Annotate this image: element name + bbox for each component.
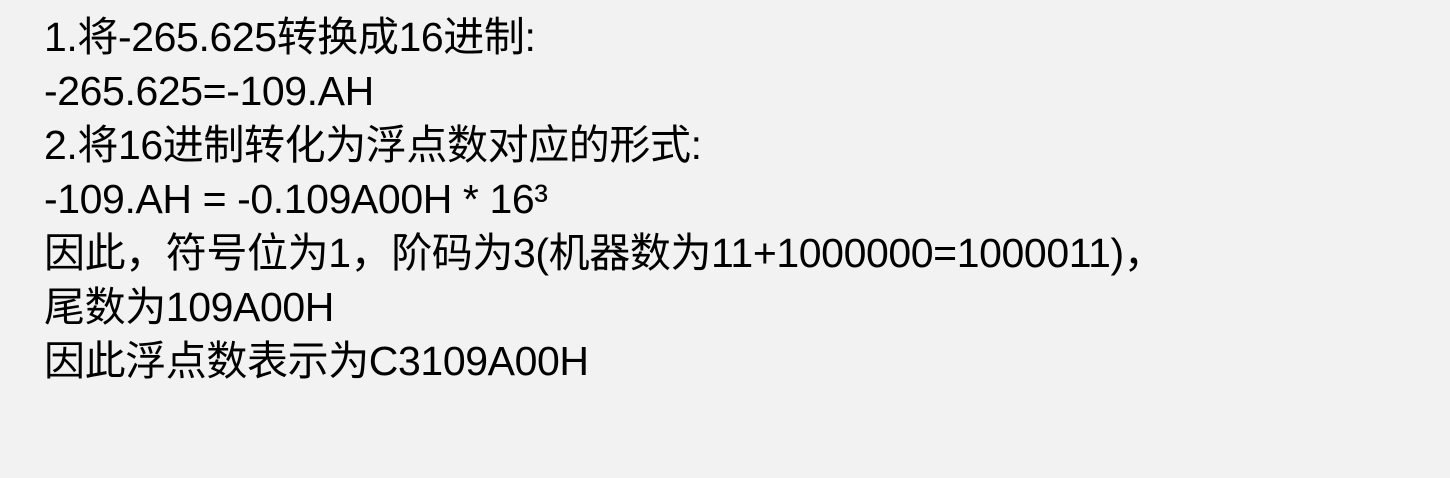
- normalized-float-form: -109.AH = -0.109A00H * 16³: [44, 176, 548, 222]
- hex-conversion-result: -265.625=-109.AH: [44, 68, 374, 114]
- sign-exponent-explanation: 因此，符号位为1，阶码为3(机器数为11+1000000=1000011)，: [44, 230, 1165, 276]
- step-2-heading: 2.将16进制转化为浮点数对应的形式:: [44, 122, 702, 168]
- mantissa-line: 尾数为109A00H: [44, 284, 334, 330]
- step-1-heading: 1.将-265.625转换成16进制:: [44, 14, 536, 60]
- solution-text-panel: 1.将-265.625转换成16进制: -265.625=-109.AH 2.将…: [0, 0, 1450, 478]
- final-float-representation: 因此浮点数表示为C3109A00H: [44, 338, 589, 384]
